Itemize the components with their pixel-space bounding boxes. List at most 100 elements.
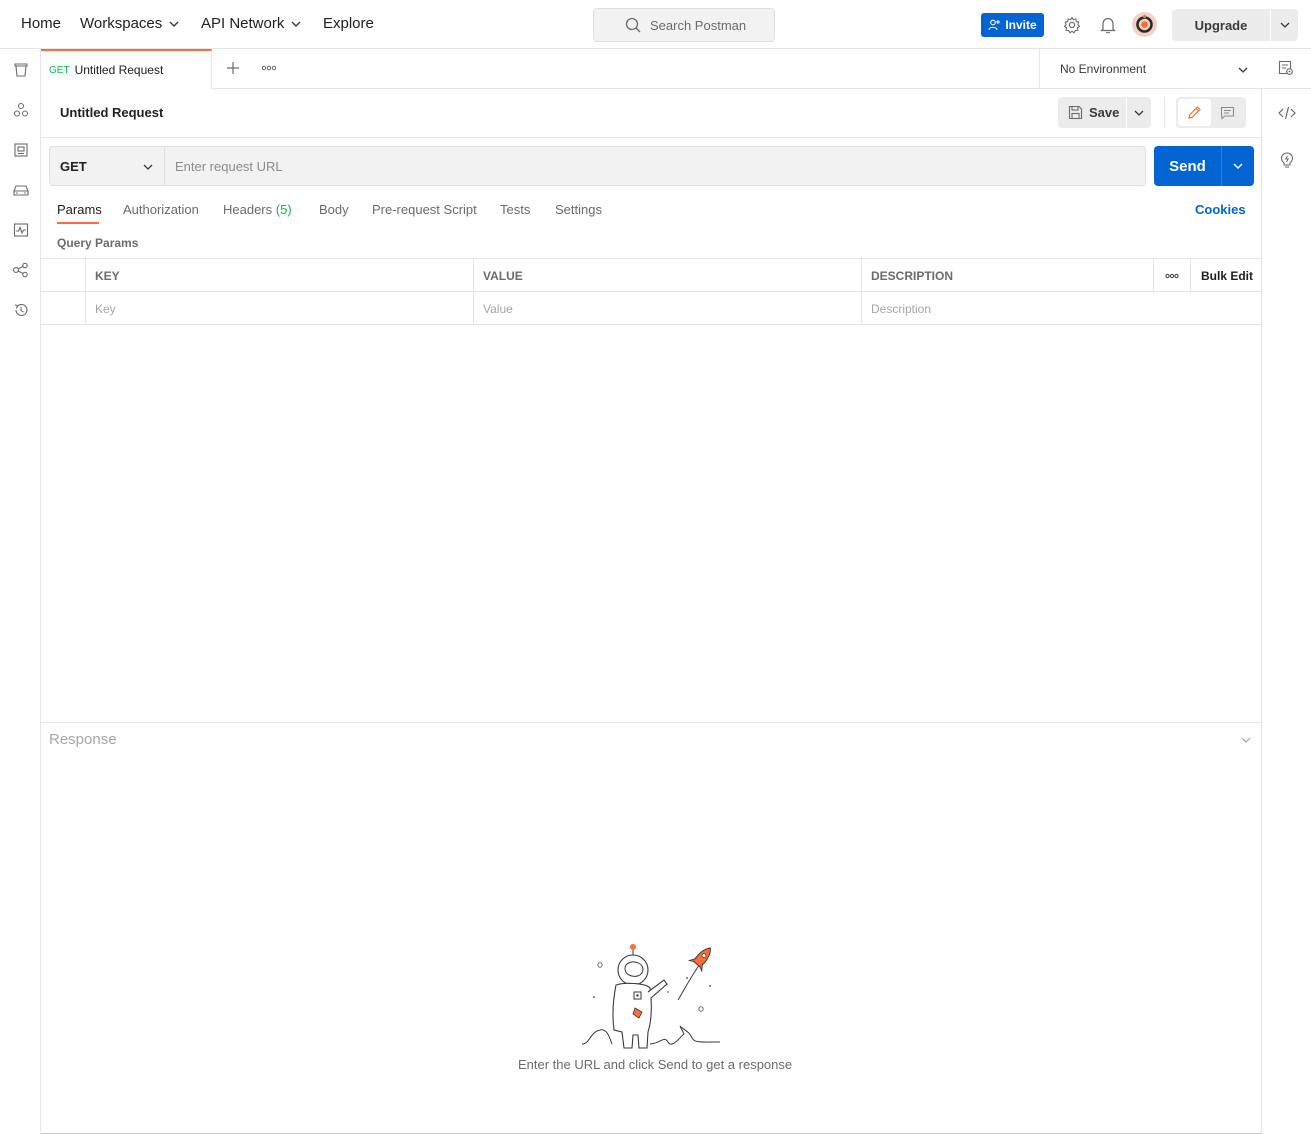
chevron-down-icon [1238, 67, 1248, 73]
tab-tests[interactable]: Tests [500, 202, 530, 217]
invite-button[interactable]: Invite [981, 13, 1044, 37]
column-header-value: VALUE [473, 259, 862, 292]
save-label: Save [1089, 105, 1120, 120]
chevron-down-icon[interactable] [1238, 732, 1254, 748]
upgrade-dropdown-button[interactable] [1271, 19, 1298, 31]
add-user-icon [988, 19, 1001, 31]
empty-response-message: Enter the URL and click Send to get a re… [518, 1057, 793, 1072]
monitors-icon[interactable] [11, 220, 30, 239]
environments-icon[interactable] [11, 140, 30, 159]
comments-icon[interactable] [1211, 99, 1244, 126]
query-params-title: Query Params [57, 236, 139, 250]
cookies-link[interactable]: Cookies [1195, 202, 1246, 217]
chevron-down-icon [1134, 110, 1144, 116]
upgrade-button-group: Upgrade [1172, 9, 1298, 41]
edit-pencil-icon[interactable] [1178, 99, 1211, 126]
tab-body-label: Body [319, 202, 349, 217]
save-button-group: Save [1058, 97, 1151, 128]
response-divider[interactable] [41, 722, 1261, 723]
new-tab-plus-icon[interactable] [224, 59, 242, 77]
tab-headers-label: Headers [223, 202, 273, 217]
tab-tests-label: Tests [500, 202, 531, 217]
tab-authorization-label: Authorization [123, 202, 199, 217]
search-placeholder: Search Postman [650, 17, 747, 33]
avatar[interactable] [1132, 12, 1157, 37]
tab-headers[interactable]: Headers (5) [223, 202, 292, 217]
chevron-down-icon [1233, 163, 1243, 169]
param-value-input[interactable] [483, 293, 862, 324]
param-value-cell [473, 292, 862, 325]
url-bar: GET [49, 146, 1146, 186]
column-header-key: KEY [85, 259, 474, 292]
top-header: Home Workspaces API Network Explore Sear… [0, 0, 1311, 49]
column-header-description: DESCRIPTION [861, 259, 1153, 292]
nav-explore[interactable]: Explore [323, 15, 374, 32]
chevron-down-icon [169, 21, 179, 27]
param-key-input[interactable] [95, 293, 474, 324]
nav-api-network[interactable]: API Network [201, 15, 302, 32]
lightbulb-icon[interactable] [1278, 151, 1296, 169]
tab-body[interactable]: Body [319, 202, 349, 217]
nav-workspaces[interactable]: Workspaces [80, 15, 180, 32]
code-icon[interactable] [1278, 104, 1296, 122]
send-button-group: Send [1154, 146, 1254, 186]
request-url-input[interactable] [165, 147, 1145, 185]
flows-icon[interactable] [11, 260, 30, 279]
param-description-input[interactable] [871, 293, 1261, 324]
notification-bell-icon[interactable] [1098, 15, 1118, 35]
tab-authorization[interactable]: Authorization [123, 202, 199, 217]
divider [1164, 97, 1165, 128]
environment-selector[interactable]: No Environment [1039, 49, 1261, 89]
save-button[interactable]: Save [1058, 105, 1126, 120]
nav-home[interactable]: Home [21, 15, 61, 32]
right-sidebar [1261, 89, 1311, 1134]
save-dropdown-button[interactable] [1127, 107, 1151, 119]
edit-comment-toggle [1176, 97, 1246, 128]
search-icon [625, 17, 641, 33]
astronaut-rocket-illustration [581, 944, 721, 1049]
nav-home-label: Home [21, 15, 62, 32]
param-key-cell [85, 292, 474, 325]
environment-label: No Environment [1060, 62, 1147, 76]
query-params-table: KEY VALUE DESCRIPTION Bulk Edit [41, 258, 1261, 325]
send-button[interactable]: Send [1154, 158, 1221, 175]
tab-params[interactable]: Params [57, 202, 102, 217]
table-header-row: KEY VALUE DESCRIPTION Bulk Edit [41, 259, 1261, 292]
tab-pre-request-script[interactable]: Pre-request Script [372, 202, 477, 217]
more-options-icon[interactable] [260, 59, 278, 77]
tab-params-label: Params [57, 202, 102, 217]
chevron-down-icon [143, 164, 153, 170]
send-dropdown-button[interactable] [1222, 160, 1254, 172]
invite-label: Invite [1005, 18, 1037, 32]
http-method-value: GET [60, 158, 87, 174]
upgrade-button[interactable]: Upgrade [1172, 18, 1270, 33]
apis-icon[interactable] [11, 100, 30, 119]
checkbox-column-header [41, 259, 85, 292]
tab-pre-request-script-label: Pre-request Script [372, 202, 477, 217]
mock-servers-icon[interactable] [11, 180, 30, 199]
tab-settings[interactable]: Settings [555, 202, 602, 217]
chevron-down-icon [1280, 22, 1289, 28]
save-icon [1068, 105, 1083, 120]
row-checkbox-cell [41, 292, 85, 325]
request-title[interactable]: Untitled Request [60, 105, 163, 120]
settings-icon[interactable] [1062, 15, 1082, 35]
headers-count-badge: (5) [275, 202, 292, 217]
active-tab-indicator [57, 222, 99, 224]
nav-workspaces-label: Workspaces [80, 15, 163, 32]
response-title: Response [49, 731, 117, 748]
environment-quick-look-icon[interactable] [1278, 60, 1296, 78]
more-options-icon[interactable] [1153, 259, 1190, 292]
table-row [41, 292, 1261, 325]
tab-name: Untitled Request [74, 63, 164, 77]
tab-settings-label: Settings [555, 202, 602, 217]
request-tab[interactable]: GET Untitled Request [41, 49, 212, 89]
http-method-select[interactable]: GET [50, 147, 165, 185]
bulk-edit-button[interactable]: Bulk Edit [1190, 259, 1261, 292]
collections-icon[interactable] [11, 60, 30, 79]
history-icon[interactable] [11, 300, 30, 319]
param-description-cell [861, 292, 1261, 325]
search-bar[interactable]: Search Postman [593, 8, 775, 42]
tab-method: GET [49, 64, 70, 76]
divider [41, 137, 1261, 138]
